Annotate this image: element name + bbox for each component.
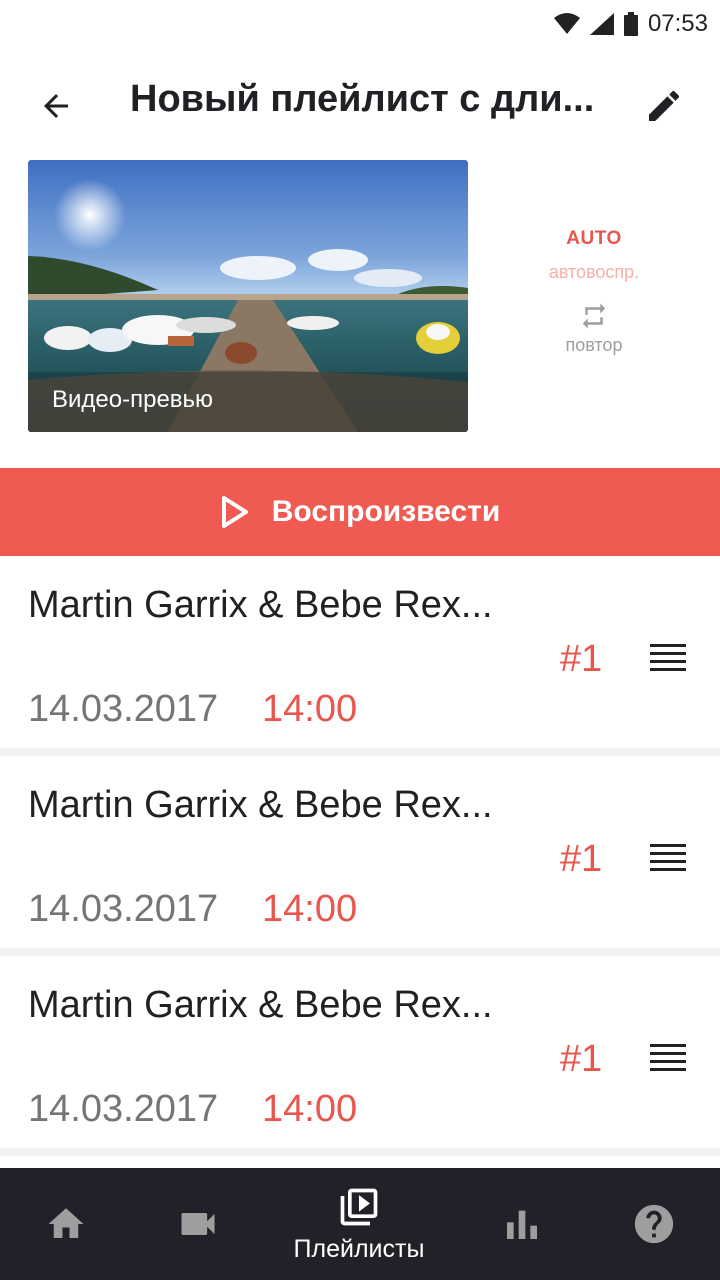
item-time: 14:00 — [262, 1088, 358, 1130]
videocam-icon — [181, 1213, 215, 1235]
home-icon — [48, 1208, 84, 1238]
item-date: 14.03.2017 — [28, 1088, 219, 1130]
signal-icon — [589, 13, 614, 35]
app-header: Новый плейлист с дли... — [0, 48, 720, 158]
drag-handle-icon[interactable] — [648, 1042, 688, 1074]
playback-options: AUTO автовоспр. повтор — [500, 228, 688, 356]
preview-label: Видео-превью — [52, 386, 214, 413]
edit-button[interactable] — [638, 80, 690, 132]
bar-chart-icon — [507, 1210, 537, 1239]
pencil-icon — [649, 90, 680, 121]
item-title: Martin Garrix & Bebe Rex... — [28, 584, 493, 626]
play-outline-icon — [221, 496, 248, 528]
status-bar: 07:53 — [0, 0, 720, 48]
autoplay-label: автовоспр. — [548, 262, 640, 282]
drag-handle-icon[interactable] — [648, 842, 688, 874]
item-number: #1 — [560, 1038, 603, 1080]
playlist-play-icon — [340, 1188, 378, 1225]
item-number: #1 — [560, 638, 603, 680]
status-icons: 07:53 — [553, 10, 708, 38]
status-time: 07:53 — [647, 10, 708, 37]
video-preview[interactable]: Видео-превью — [28, 160, 468, 432]
nav-playlists[interactable]: Плейлисты — [276, 1168, 442, 1280]
item-title: Martin Garrix & Bebe Rex... — [28, 984, 493, 1026]
nav-help[interactable] — [608, 1168, 700, 1280]
back-button[interactable] — [30, 80, 82, 132]
item-time: 14:00 — [262, 688, 358, 730]
list-item[interactable]: Martin Garrix & Bebe Rex... #1 14.03.201… — [0, 956, 720, 1156]
battery-icon — [623, 12, 638, 36]
drag-handle-icon[interactable] — [648, 642, 688, 674]
nav-video[interactable] — [152, 1168, 244, 1280]
wifi-icon — [553, 13, 580, 34]
arrow-back-icon — [44, 94, 68, 118]
list-item[interactable]: Martin Garrix & Bebe Rex... #1 14.03.201… — [0, 756, 720, 956]
nav-playlists-label: Плейлисты — [293, 1234, 425, 1263]
item-date: 14.03.2017 — [28, 688, 219, 730]
autoplay-toggle[interactable]: AUTO — [500, 228, 688, 250]
repeat-icon — [582, 303, 606, 329]
bottom-nav: Плейлисты — [0, 1168, 720, 1280]
repeat-label: повтор — [565, 335, 623, 355]
nav-stats[interactable] — [476, 1168, 568, 1280]
repeat-toggle[interactable] — [577, 301, 611, 331]
help-icon — [634, 1204, 674, 1244]
item-title: Martin Garrix & Bebe Rex... — [28, 784, 493, 826]
play-label: Воспроизвести — [271, 495, 501, 528]
nav-home[interactable] — [20, 1168, 112, 1280]
item-number: #1 — [560, 838, 603, 880]
playlist-list: Martin Garrix & Bebe Rex... #1 14.03.201… — [0, 556, 720, 1156]
item-date: 14.03.2017 — [28, 888, 219, 930]
list-item[interactable]: Martin Garrix & Bebe Rex... #1 14.03.201… — [0, 556, 720, 756]
page-title: Новый плейлист с дли... — [130, 78, 595, 120]
play-button[interactable]: Воспроизвести — [0, 468, 720, 556]
item-time: 14:00 — [262, 888, 358, 930]
